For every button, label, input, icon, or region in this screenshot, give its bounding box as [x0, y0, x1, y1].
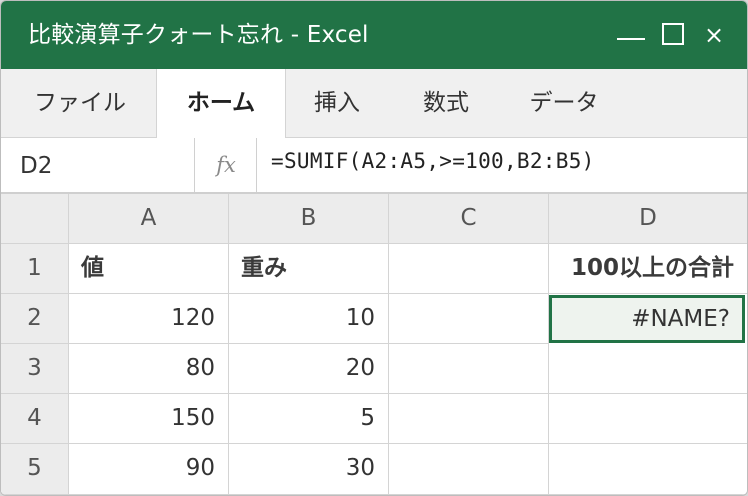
- spreadsheet-grid: A B C D 1 値 重み 100以上の合計 2 120 10 #NAME? …: [1, 194, 747, 495]
- column-header-b[interactable]: B: [229, 194, 389, 244]
- column-header-d[interactable]: D: [549, 194, 747, 244]
- cell-a3[interactable]: 80: [69, 344, 229, 394]
- tab-data[interactable]: データ: [516, 69, 612, 137]
- minimize-icon: [617, 38, 645, 40]
- column-header-c[interactable]: C: [389, 194, 549, 244]
- tab-file[interactable]: ファイル: [25, 69, 135, 137]
- row-header-1[interactable]: 1: [1, 244, 69, 294]
- cell-a2[interactable]: 120: [69, 294, 229, 344]
- close-icon: ×: [703, 21, 725, 49]
- cell-b1[interactable]: 重み: [229, 244, 389, 294]
- cell-b4[interactable]: 5: [229, 394, 389, 444]
- cell-d1[interactable]: 100以上の合計: [549, 244, 747, 294]
- row-header-3[interactable]: 3: [1, 344, 69, 394]
- cell-d3[interactable]: [549, 344, 747, 394]
- cell-c5[interactable]: [389, 444, 549, 495]
- cell-d2-selected[interactable]: #NAME?: [549, 295, 745, 343]
- formula-input[interactable]: =SUMIF(A2:A5,>=100,B2:B5): [271, 138, 595, 192]
- cell-a4[interactable]: 150: [69, 394, 229, 444]
- cell-b5[interactable]: 30: [229, 444, 389, 495]
- close-button[interactable]: ×: [703, 17, 725, 53]
- row-header-5[interactable]: 5: [1, 444, 69, 495]
- cell-c1[interactable]: [389, 244, 549, 294]
- cell-a5[interactable]: 90: [69, 444, 229, 495]
- row-header-2[interactable]: 2: [1, 294, 69, 344]
- minimize-button[interactable]: [615, 17, 647, 53]
- maximize-button[interactable]: [661, 17, 689, 53]
- cell-a1[interactable]: 値: [69, 244, 229, 294]
- tab-insert[interactable]: 挿入: [297, 69, 377, 137]
- ribbon-tabs: ファイル ホーム 挿入 数式 データ: [1, 69, 747, 138]
- cell-d5[interactable]: [549, 444, 747, 495]
- column-header-a[interactable]: A: [69, 194, 229, 244]
- cell-d4[interactable]: [549, 394, 747, 444]
- select-all-corner[interactable]: [1, 194, 69, 244]
- row-header-4[interactable]: 4: [1, 394, 69, 444]
- tab-home[interactable]: ホーム: [156, 69, 286, 138]
- cell-b3[interactable]: 20: [229, 344, 389, 394]
- window-title: 比較演算子クォート忘れ - Excel: [28, 22, 369, 48]
- formula-bar: D2 fx =SUMIF(A2:A5,>=100,B2:B5): [1, 138, 747, 194]
- maximize-icon: [662, 23, 684, 45]
- cell-c2[interactable]: [389, 294, 549, 344]
- tab-formulas[interactable]: 数式: [406, 69, 486, 137]
- cell-c3[interactable]: [389, 344, 549, 394]
- fx-icon[interactable]: fx: [196, 138, 257, 192]
- title-bar: 比較演算子クォート忘れ - Excel ×: [1, 1, 747, 69]
- name-box[interactable]: D2: [1, 138, 195, 192]
- cell-b2[interactable]: 10: [229, 294, 389, 344]
- excel-window: 比較演算子クォート忘れ - Excel × ファイル ホーム 挿入 数式 データ…: [0, 0, 748, 496]
- cell-c4[interactable]: [389, 394, 549, 444]
